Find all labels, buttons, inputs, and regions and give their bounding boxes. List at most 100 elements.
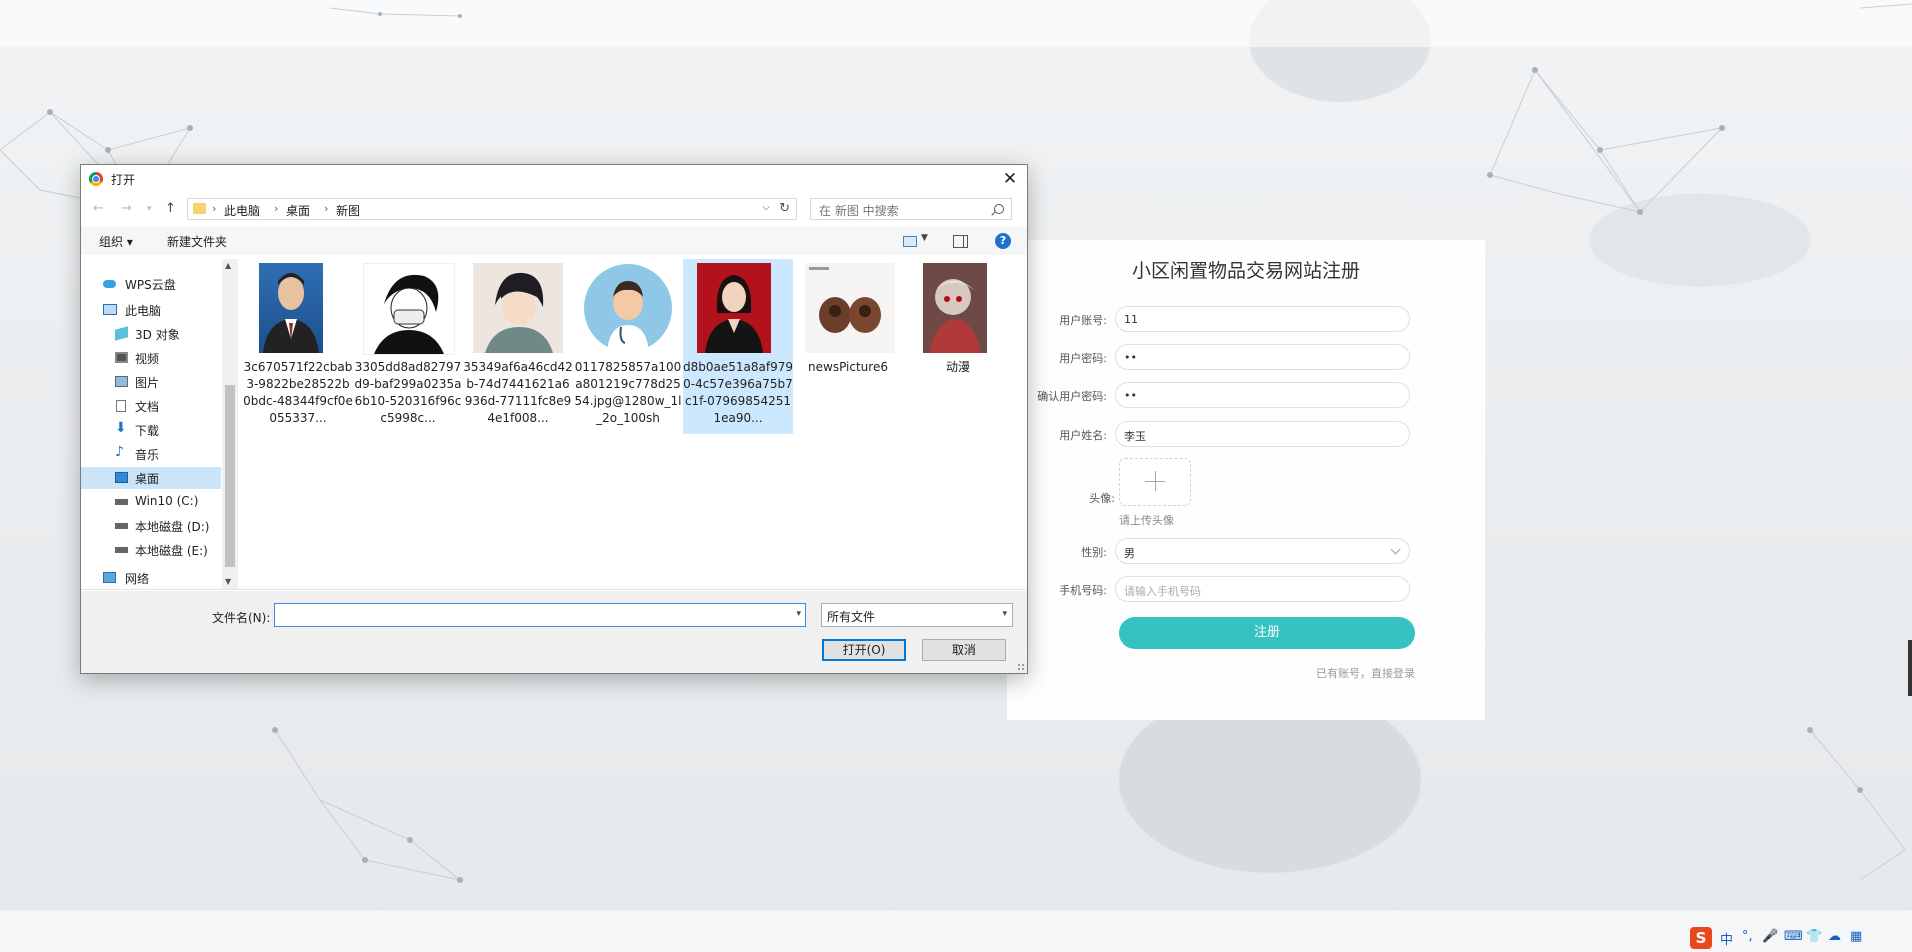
dialog-title: 打开 xyxy=(111,173,136,187)
dialog-toolbar: 组织 ▾ 新建文件夹 ▼ ? xyxy=(81,227,1027,255)
account-input[interactable]: 11 xyxy=(1115,306,1410,332)
resize-grip-icon[interactable] xyxy=(1017,663,1025,671)
chevron-down-icon[interactable]: ▼ xyxy=(921,233,928,243)
image-thumbnail xyxy=(697,263,771,353)
nav-item-drive-d[interactable]: 本地磁盘 (D:) xyxy=(81,515,221,537)
name-input[interactable]: 李玉 xyxy=(1115,421,1410,447)
filetype-value: 所有文件 xyxy=(827,610,876,624)
file-item[interactable]: 35349af6a46cd42b-74d7441621a6936d-77111f… xyxy=(463,259,573,434)
nav-item-downloads[interactable]: ⬇ 下载 xyxy=(81,419,221,441)
scrollbar-thumb[interactable] xyxy=(225,385,235,567)
file-item[interactable]: 3305dd8ad82797d9-baf299a0235a6b10-520316… xyxy=(353,259,463,434)
file-list: 3c670571f22cbab3-9822be28522b0bdc-48344f… xyxy=(239,259,1025,589)
nav-label: 下载 xyxy=(135,424,160,438)
new-folder-button[interactable]: 新建文件夹 xyxy=(167,233,227,250)
chevron-down-icon: ▾ xyxy=(1002,609,1007,619)
help-icon[interactable]: ? xyxy=(995,233,1011,249)
nav-label: 网络 xyxy=(125,572,150,586)
chevron-down-icon[interactable]: ⌵ xyxy=(762,202,770,213)
nav-item-drive-c[interactable]: Win10 (C:) xyxy=(81,491,221,513)
toolbox-icon[interactable]: ▦ xyxy=(1850,929,1862,944)
avatar-hint: 请上传头像 xyxy=(1119,514,1174,527)
chrome-icon xyxy=(89,172,103,186)
punctuation-icon[interactable]: °, xyxy=(1742,929,1753,944)
file-name: 3c670571f22cbab3-9822be28522b0bdc-48344f… xyxy=(243,360,353,425)
file-item[interactable]: 3c670571f22cbab3-9822be28522b0bdc-48344f… xyxy=(243,259,353,434)
cloud-icon xyxy=(103,280,116,288)
filename-input[interactable]: ▾ xyxy=(274,603,806,627)
breadcrumb-item[interactable]: 此电脑 xyxy=(224,202,260,219)
login-link[interactable]: 已有账号，直接登录 xyxy=(1316,665,1415,681)
file-item[interactable]: 0117825857a100a801219c778d2554.jpg@1280w… xyxy=(573,259,683,434)
nav-label: 3D 对象 xyxy=(135,328,180,342)
file-item-selected[interactable]: d8b0ae51a8af9790-4c57e396a75b7c1f-079698… xyxy=(683,259,793,434)
music-icon: ♪ xyxy=(115,444,124,460)
sogou-ime-icon[interactable]: S xyxy=(1690,927,1712,949)
microphone-icon[interactable]: 🎤 xyxy=(1762,929,1778,944)
breadcrumb-item[interactable]: 桌面 xyxy=(286,202,310,219)
image-thumbnail xyxy=(805,263,895,353)
confirm-password-input[interactable]: •• xyxy=(1115,382,1410,408)
phone-input[interactable]: 请输入手机号码 xyxy=(1115,576,1410,602)
address-row: ← → ▾ ↑ › 此电脑 › 桌面 › 新图 ⌵ ↻ 在 新图 中搜索 xyxy=(81,193,1027,225)
dialog-titlebar: 打开 ✕ xyxy=(81,165,1027,193)
search-placeholder: 在 新图 中搜索 xyxy=(819,204,899,218)
password-row: 用户密码: •• xyxy=(1007,344,1485,372)
address-bar[interactable]: › 此电脑 › 桌面 › 新图 ⌵ ↻ xyxy=(187,198,797,220)
refresh-icon[interactable]: ↻ xyxy=(779,201,790,216)
ime-mode-icon[interactable]: 中 xyxy=(1720,929,1733,948)
3d-objects-icon xyxy=(115,326,128,341)
filetype-select[interactable]: 所有文件 ▾ xyxy=(821,603,1013,627)
skin-icon[interactable]: 👕 xyxy=(1806,929,1822,944)
nav-item-desktop[interactable]: 桌面 xyxy=(81,467,221,489)
side-tab[interactable] xyxy=(1908,640,1912,696)
back-arrow-icon[interactable]: ← xyxy=(93,201,104,216)
up-arrow-icon[interactable]: ↑ xyxy=(165,201,176,216)
nav-item-drive-e[interactable]: 本地磁盘 (E:) xyxy=(81,539,221,561)
cancel-button[interactable]: 取消 xyxy=(922,639,1006,661)
keyboard-icon[interactable]: ⌨ xyxy=(1784,929,1803,944)
nav-label: 本地磁盘 (D:) xyxy=(135,520,210,534)
navigation-pane: WPS云盘 此电脑 3D 对象 视频 图片 文档 ⬇ 下载 ♪ 音乐 桌面 Wi… xyxy=(81,259,221,589)
nav-item-wps-cloud[interactable]: WPS云盘 xyxy=(81,273,221,295)
view-mode-icon[interactable] xyxy=(903,236,917,247)
nav-label: 本地磁盘 (E:) xyxy=(135,544,208,558)
nav-label: 图片 xyxy=(135,376,160,390)
breadcrumb-separator: › xyxy=(274,202,279,215)
forward-arrow-icon[interactable]: → xyxy=(121,201,132,216)
chevron-down-icon[interactable]: ▾ xyxy=(796,609,801,619)
nav-item-pictures[interactable]: 图片 xyxy=(81,371,221,393)
close-icon[interactable]: ✕ xyxy=(999,168,1021,190)
recent-dropdown-icon[interactable]: ▾ xyxy=(147,204,152,214)
nav-item-documents[interactable]: 文档 xyxy=(81,395,221,417)
nav-item-network[interactable]: 网络 xyxy=(81,567,221,589)
scroll-up-icon[interactable]: ▲ xyxy=(225,261,231,270)
nav-item-3d-objects[interactable]: 3D 对象 xyxy=(81,323,221,345)
password-input[interactable]: •• xyxy=(1115,344,1410,370)
nav-scrollbar[interactable]: ▲ ▼ xyxy=(222,259,238,589)
register-button[interactable]: 注册 xyxy=(1119,617,1415,649)
download-icon: ⬇ xyxy=(115,420,127,436)
organize-menu[interactable]: 组织 ▾ xyxy=(99,233,133,250)
image-thumbnail xyxy=(473,263,563,353)
preview-pane-icon[interactable] xyxy=(953,235,968,248)
file-item[interactable]: newsPicture6 xyxy=(793,259,903,434)
file-name: 动漫 xyxy=(945,360,970,374)
network-icon xyxy=(103,572,116,583)
nav-item-music[interactable]: ♪ 音乐 xyxy=(81,443,221,465)
nav-item-video[interactable]: 视频 xyxy=(81,347,221,369)
gender-select[interactable]: 男 xyxy=(1115,538,1410,564)
scroll-down-icon[interactable]: ▼ xyxy=(225,577,231,586)
nav-label: 文档 xyxy=(135,400,160,414)
search-input[interactable]: 在 新图 中搜索 xyxy=(810,198,1012,220)
nav-item-this-pc[interactable]: 此电脑 xyxy=(81,299,221,321)
nav-label: 此电脑 xyxy=(125,304,162,318)
video-icon xyxy=(115,352,128,363)
open-button[interactable]: 打开(O) xyxy=(822,639,906,661)
image-thumbnail xyxy=(259,263,323,353)
breadcrumb-item[interactable]: 新图 xyxy=(336,202,360,219)
cloud-icon[interactable]: ☁ xyxy=(1828,929,1841,944)
avatar-upload-button[interactable] xyxy=(1119,458,1191,506)
file-name: 3305dd8ad82797d9-baf299a0235a6b10-520316… xyxy=(354,360,462,425)
file-item[interactable]: 动漫 xyxy=(903,259,1013,434)
